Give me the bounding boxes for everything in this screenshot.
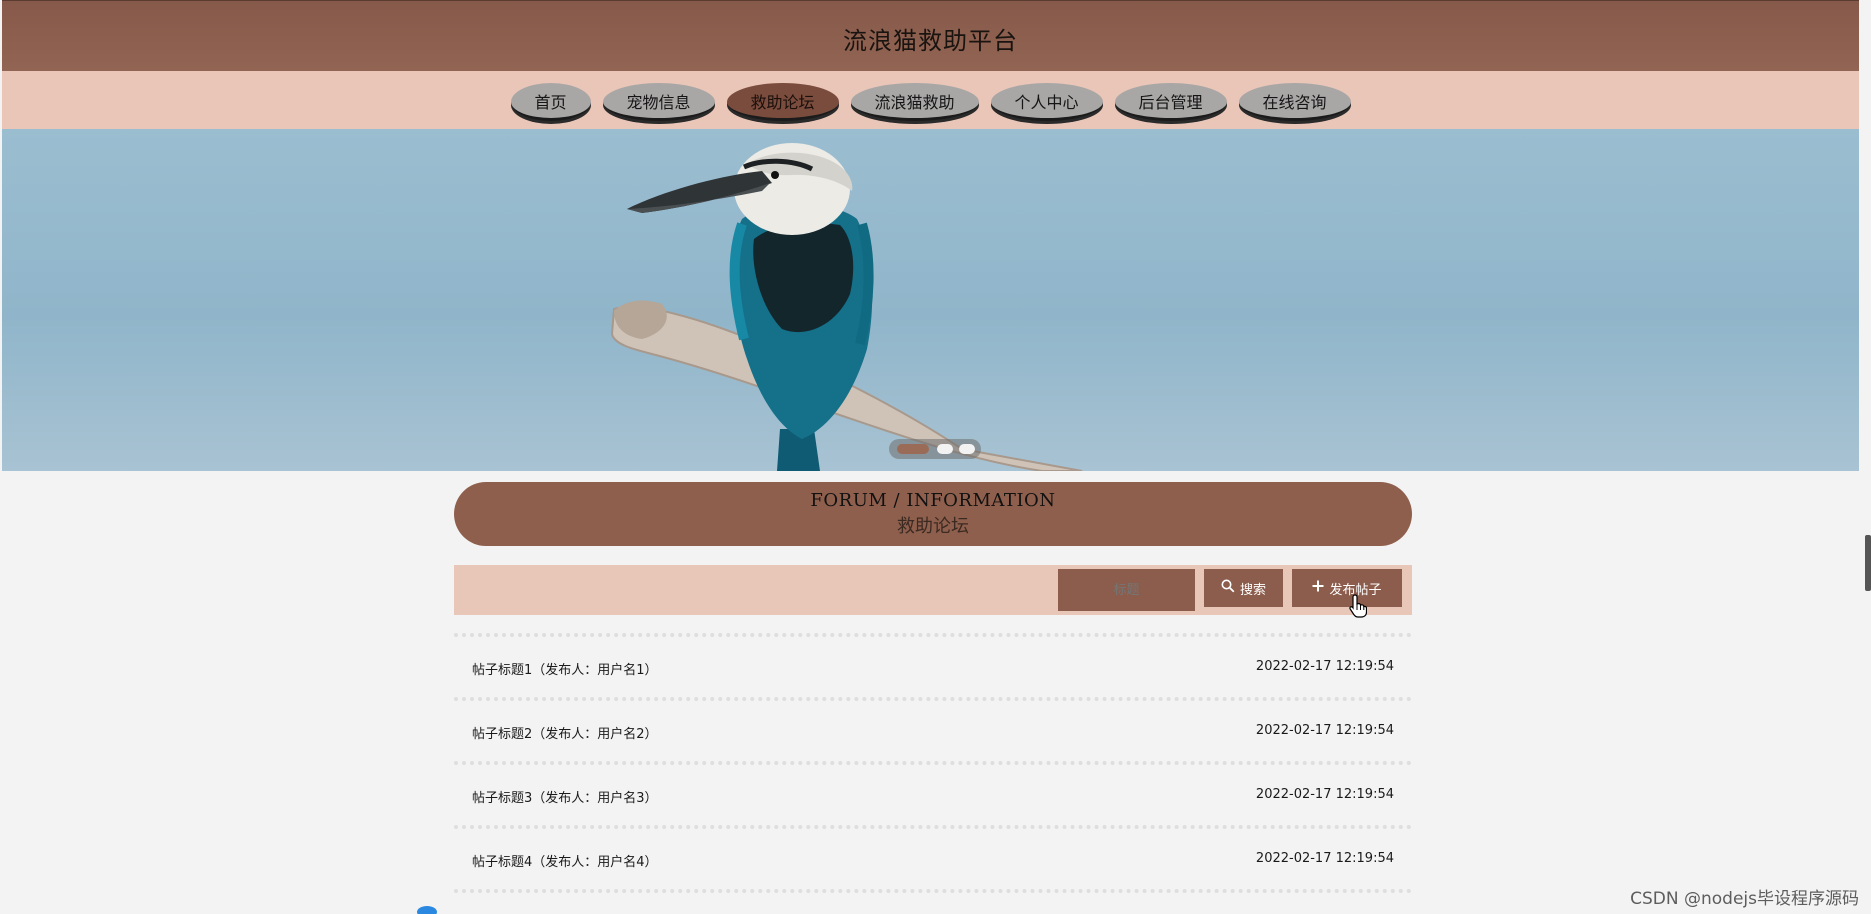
post-time: 2022-02-17 12:19:54 xyxy=(1255,787,1394,802)
site-header: 流浪猫救助平台 xyxy=(2,0,1859,71)
search-button-label: 搜索 xyxy=(1239,582,1266,598)
post-row[interactable]: 帖子标题1（发布人：用户名1） 2022-02-17 12:19:54 xyxy=(454,633,1412,697)
nav-item-admin[interactable]: 后台管理 xyxy=(1114,83,1227,121)
site-title: 流浪猫救助平台 xyxy=(843,27,1018,55)
main-nav: 首页 宠物信息 救助论坛 流浪猫救助 个人中心 后台管理 在线咨询 xyxy=(2,71,1859,129)
carousel-dots xyxy=(889,439,981,459)
section-title-en: FORUM / INFORMATION xyxy=(810,490,1056,511)
banner-image xyxy=(610,143,1083,471)
nav-list: 首页 宠物信息 救助论坛 流浪猫救助 个人中心 后台管理 在线咨询 xyxy=(2,83,1859,121)
plus-icon xyxy=(1312,580,1324,596)
section-heading: FORUM / INFORMATION 救助论坛 xyxy=(454,482,1412,546)
scroll-indicator-icon[interactable] xyxy=(417,906,437,914)
post-title[interactable]: 帖子标题1（发布人：用户名1） xyxy=(472,659,658,678)
post-row[interactable]: 帖子标题2（发布人：用户名2） 2022-02-17 12:19:54 xyxy=(454,697,1412,761)
post-title[interactable]: 帖子标题2（发布人：用户名2） xyxy=(472,723,658,742)
nav-item-home[interactable]: 首页 xyxy=(510,83,591,121)
post-title[interactable]: 帖子标题4（发布人：用户名4） xyxy=(472,851,658,870)
nav-item-online-consult[interactable]: 在线咨询 xyxy=(1238,83,1351,121)
page: 流浪猫救助平台 首页 宠物信息 救助论坛 流浪猫救助 个人中心 后台管理 在线咨… xyxy=(0,0,1871,914)
scrollbar-handle[interactable] xyxy=(1865,535,1871,591)
post-row[interactable]: 帖子标题4（发布人：用户名4） 2022-02-17 12:19:54 xyxy=(454,825,1412,889)
publish-post-button[interactable]: 发布帖子 xyxy=(1292,569,1402,607)
section-title-cn: 救助论坛 xyxy=(897,516,969,537)
carousel-dot-2[interactable] xyxy=(937,444,953,454)
banner-carousel[interactable] xyxy=(2,129,1859,471)
title-search-input[interactable] xyxy=(1058,569,1195,611)
nav-item-forum[interactable]: 救助论坛 xyxy=(726,83,839,121)
carousel-dot-3[interactable] xyxy=(959,444,975,454)
post-time: 2022-02-17 12:19:54 xyxy=(1255,851,1394,866)
post-title[interactable]: 帖子标题3（发布人：用户名3） xyxy=(472,787,658,806)
post-time: 2022-02-17 12:19:54 xyxy=(1255,723,1394,738)
nav-item-pet-info[interactable]: 宠物信息 xyxy=(602,83,715,121)
search-icon xyxy=(1221,579,1235,597)
post-time: 2022-02-17 12:19:54 xyxy=(1255,659,1394,674)
search-bar: 搜索 发布帖子 xyxy=(454,565,1412,615)
hand-cursor-icon xyxy=(1349,594,1368,622)
list-divider xyxy=(454,889,1412,893)
post-list: 帖子标题1（发布人：用户名1） 2022-02-17 12:19:54 帖子标题… xyxy=(454,633,1412,893)
post-row[interactable]: 帖子标题3（发布人：用户名3） 2022-02-17 12:19:54 xyxy=(454,761,1412,825)
nav-item-personal-center[interactable]: 个人中心 xyxy=(990,83,1103,121)
watermark: CSDN @nodejs毕设程序源码 xyxy=(1630,889,1859,909)
search-button[interactable]: 搜索 xyxy=(1204,569,1283,607)
carousel-dot-1[interactable] xyxy=(897,444,929,454)
nav-item-cat-rescue[interactable]: 流浪猫救助 xyxy=(850,83,979,121)
